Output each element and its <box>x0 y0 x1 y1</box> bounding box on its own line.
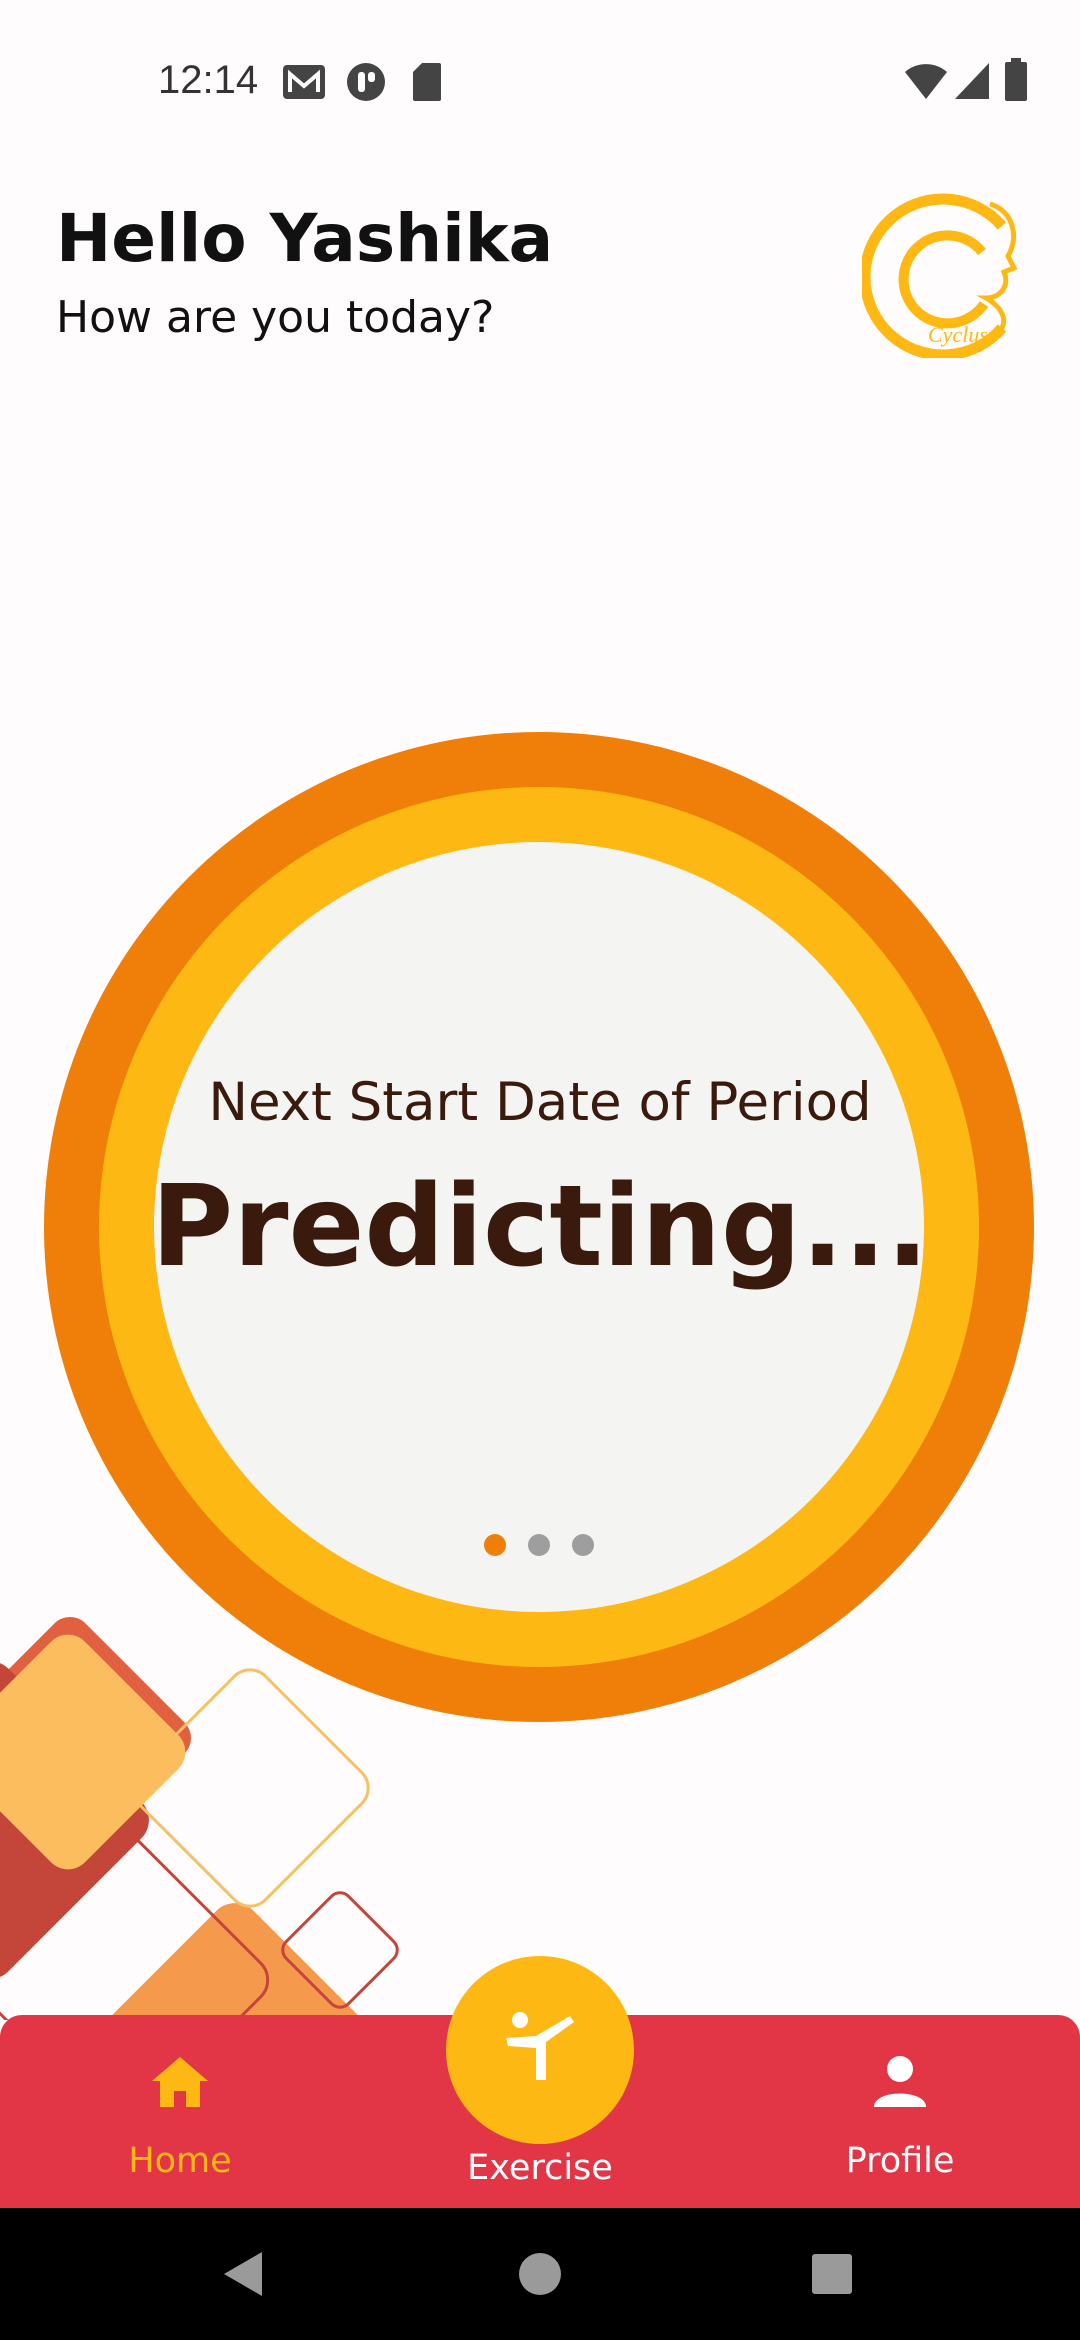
nav-profile[interactable]: Profile <box>770 2015 1030 2208</box>
cell-signal-icon <box>955 63 989 99</box>
pager-dot[interactable] <box>484 1534 506 1556</box>
wifi-icon <box>905 64 947 99</box>
exercise-icon <box>506 2012 574 2080</box>
nav-profile-label: Profile <box>845 2141 955 2181</box>
next-period-label: Next Start Date of Period <box>208 1072 872 1133</box>
back-icon[interactable] <box>194 2208 294 2340</box>
pager-dot[interactable] <box>528 1534 550 1556</box>
recents-icon[interactable] <box>782 2208 882 2340</box>
greeting-title: Hello Yashika <box>56 200 554 277</box>
app-notification-icon <box>347 63 385 101</box>
exercise-button[interactable] <box>446 1956 634 2144</box>
nav-exercise-label[interactable]: Exercise <box>410 2148 670 2188</box>
greeting-subtitle: How are you today? <box>56 292 495 343</box>
sd-card-icon <box>413 63 441 101</box>
nav-home-label: Home <box>128 2141 232 2181</box>
next-period-value: Predicting... <box>151 1162 929 1292</box>
gmail-icon <box>283 65 325 99</box>
person-icon <box>874 2056 926 2107</box>
status-bar: 12:14 <box>0 0 1080 165</box>
home-icon <box>152 2057 208 2107</box>
cyclus-logo: Cyclus <box>862 193 1018 358</box>
battery-icon <box>1005 58 1027 101</box>
nav-home[interactable]: Home <box>50 2015 310 2208</box>
system-nav-bar <box>0 2208 1080 2340</box>
home-circle-icon[interactable] <box>490 2208 590 2340</box>
logo-text: Cyclus <box>928 322 988 347</box>
pager-dots[interactable] <box>484 1534 596 1558</box>
status-time: 12:14 <box>158 58 259 102</box>
pager-dot[interactable] <box>572 1534 594 1556</box>
